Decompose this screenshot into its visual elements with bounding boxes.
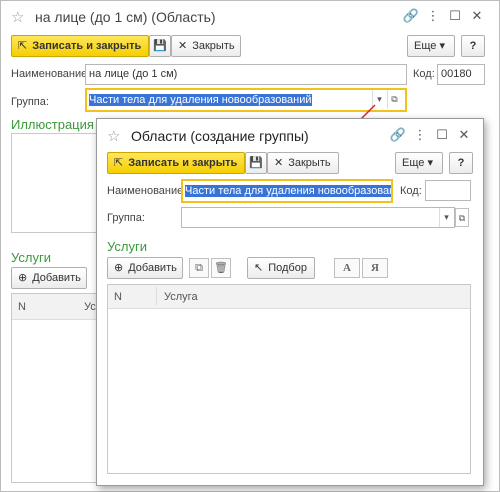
dropdown-icon[interactable]: ▾: [439, 208, 453, 227]
more-label: Еще: [402, 157, 425, 169]
group-field[interactable]: [181, 207, 455, 228]
more-menu-button[interactable]: Еще ▾: [395, 152, 443, 174]
add-label: Добавить: [32, 272, 81, 284]
close-button[interactable]: ✕ Закрыть: [171, 35, 241, 57]
services-table[interactable]: N Услу: [11, 293, 108, 483]
code-label: Код:: [400, 185, 422, 197]
table-header: N Услуга: [108, 285, 470, 309]
column-n: N: [114, 291, 122, 303]
window-title: Области (создание группы): [131, 128, 309, 144]
link-icon[interactable]: 🔗: [389, 126, 407, 144]
group-label: Группа:: [107, 212, 145, 224]
code-field[interactable]: 00180: [437, 64, 485, 85]
floppy-icon: 💾: [153, 40, 167, 52]
save-and-close-button[interactable]: ⇱ Записать и закрыть: [107, 152, 245, 174]
name-label: Наименование:: [11, 68, 91, 80]
delete-icon[interactable]: 🗑: [211, 258, 231, 278]
font-a-button[interactable]: А: [334, 258, 360, 278]
save-close-icon: ⇱: [114, 157, 124, 169]
save-and-close-button[interactable]: ⇱ Записать и закрыть: [11, 35, 149, 57]
save-button[interactable]: 💾: [245, 152, 267, 174]
maximize-icon[interactable]: ☐: [446, 7, 464, 25]
favorite-star-icon[interactable]: ☆: [11, 8, 24, 26]
save-and-close-label: Записать и закрыть: [128, 157, 238, 169]
illustration-area[interactable]: [11, 133, 97, 233]
close-label: Закрыть: [288, 157, 331, 169]
help-button[interactable]: ?: [461, 35, 485, 57]
save-and-close-label: Записать и закрыть: [32, 40, 142, 52]
table-header: N Услу: [12, 294, 108, 320]
plus-circle-icon: ⊕: [114, 262, 124, 274]
copy-icon[interactable]: ⧉: [189, 258, 209, 278]
column-divider: [156, 287, 157, 305]
column-n: N: [18, 301, 26, 313]
more-menu-button[interactable]: Еще ▾: [407, 35, 455, 57]
name-field[interactable]: на лице (до 1 см): [85, 64, 407, 85]
illustration-section: Иллюстрация: [11, 117, 94, 132]
services-table[interactable]: N Услуга: [107, 284, 471, 474]
name-field[interactable]: Части тела для удаления новообразований: [181, 179, 393, 203]
group-label: Группа:: [11, 96, 49, 108]
more-vert-icon[interactable]: ⋮: [411, 126, 429, 144]
link-icon[interactable]: 🔗: [402, 7, 420, 25]
title-bar: ☆ на лице (до 1 см) (Область) 🔗 ⋮ ☐ ✕: [1, 1, 499, 33]
floppy-icon: 💾: [249, 157, 263, 169]
help-button[interactable]: ?: [449, 152, 473, 174]
more-vert-icon[interactable]: ⋮: [424, 7, 442, 25]
title-bar: ☆ Области (создание группы) 🔗 ⋮ ☐ ✕: [97, 119, 483, 151]
chevron-down-icon: ▾: [427, 157, 433, 169]
close-icon[interactable]: ✕: [468, 7, 486, 25]
close-button[interactable]: ✕ Закрыть: [267, 152, 339, 174]
close-label: Закрыть: [192, 40, 235, 52]
cursor-icon: ↖: [254, 262, 264, 274]
close-icon[interactable]: ✕: [455, 126, 473, 144]
open-icon[interactable]: ⧉: [455, 208, 469, 227]
add-service-button[interactable]: ⊕ Добавить: [11, 267, 87, 289]
pick-label: Подбор: [268, 262, 307, 274]
maximize-icon[interactable]: ☐: [433, 126, 451, 144]
add-label: Добавить: [128, 262, 177, 274]
name-label: Наименование:: [107, 185, 187, 197]
more-label: Еще: [414, 40, 437, 52]
group-value: Части тела для удаления новообразований: [89, 94, 312, 106]
group-create-window: ☆ Области (создание группы) 🔗 ⋮ ☐ ✕ ⇱ Зап…: [96, 118, 484, 486]
pick-button[interactable]: ↖ Подбор: [247, 257, 315, 279]
font-ya-button[interactable]: Я: [362, 258, 388, 278]
window-title: на лице (до 1 см) (Область): [35, 9, 216, 25]
save-close-icon: ⇱: [18, 40, 28, 52]
close-x-icon: ✕: [178, 40, 188, 52]
close-x-icon: ✕: [274, 157, 284, 169]
column-service: Услуга: [164, 291, 198, 303]
services-section: Услуги: [107, 239, 147, 254]
name-value: Части тела для удаления новообразований: [185, 185, 391, 197]
favorite-star-icon[interactable]: ☆: [107, 127, 120, 145]
services-section: Услуги: [11, 250, 51, 265]
open-icon[interactable]: ⧉: [387, 90, 401, 109]
save-button[interactable]: 💾: [149, 35, 171, 57]
chevron-down-icon: ▾: [439, 40, 445, 52]
code-label: Код:: [413, 68, 435, 80]
code-field[interactable]: [425, 180, 471, 201]
plus-circle-icon: ⊕: [18, 272, 28, 284]
add-service-button[interactable]: ⊕ Добавить: [107, 257, 183, 279]
